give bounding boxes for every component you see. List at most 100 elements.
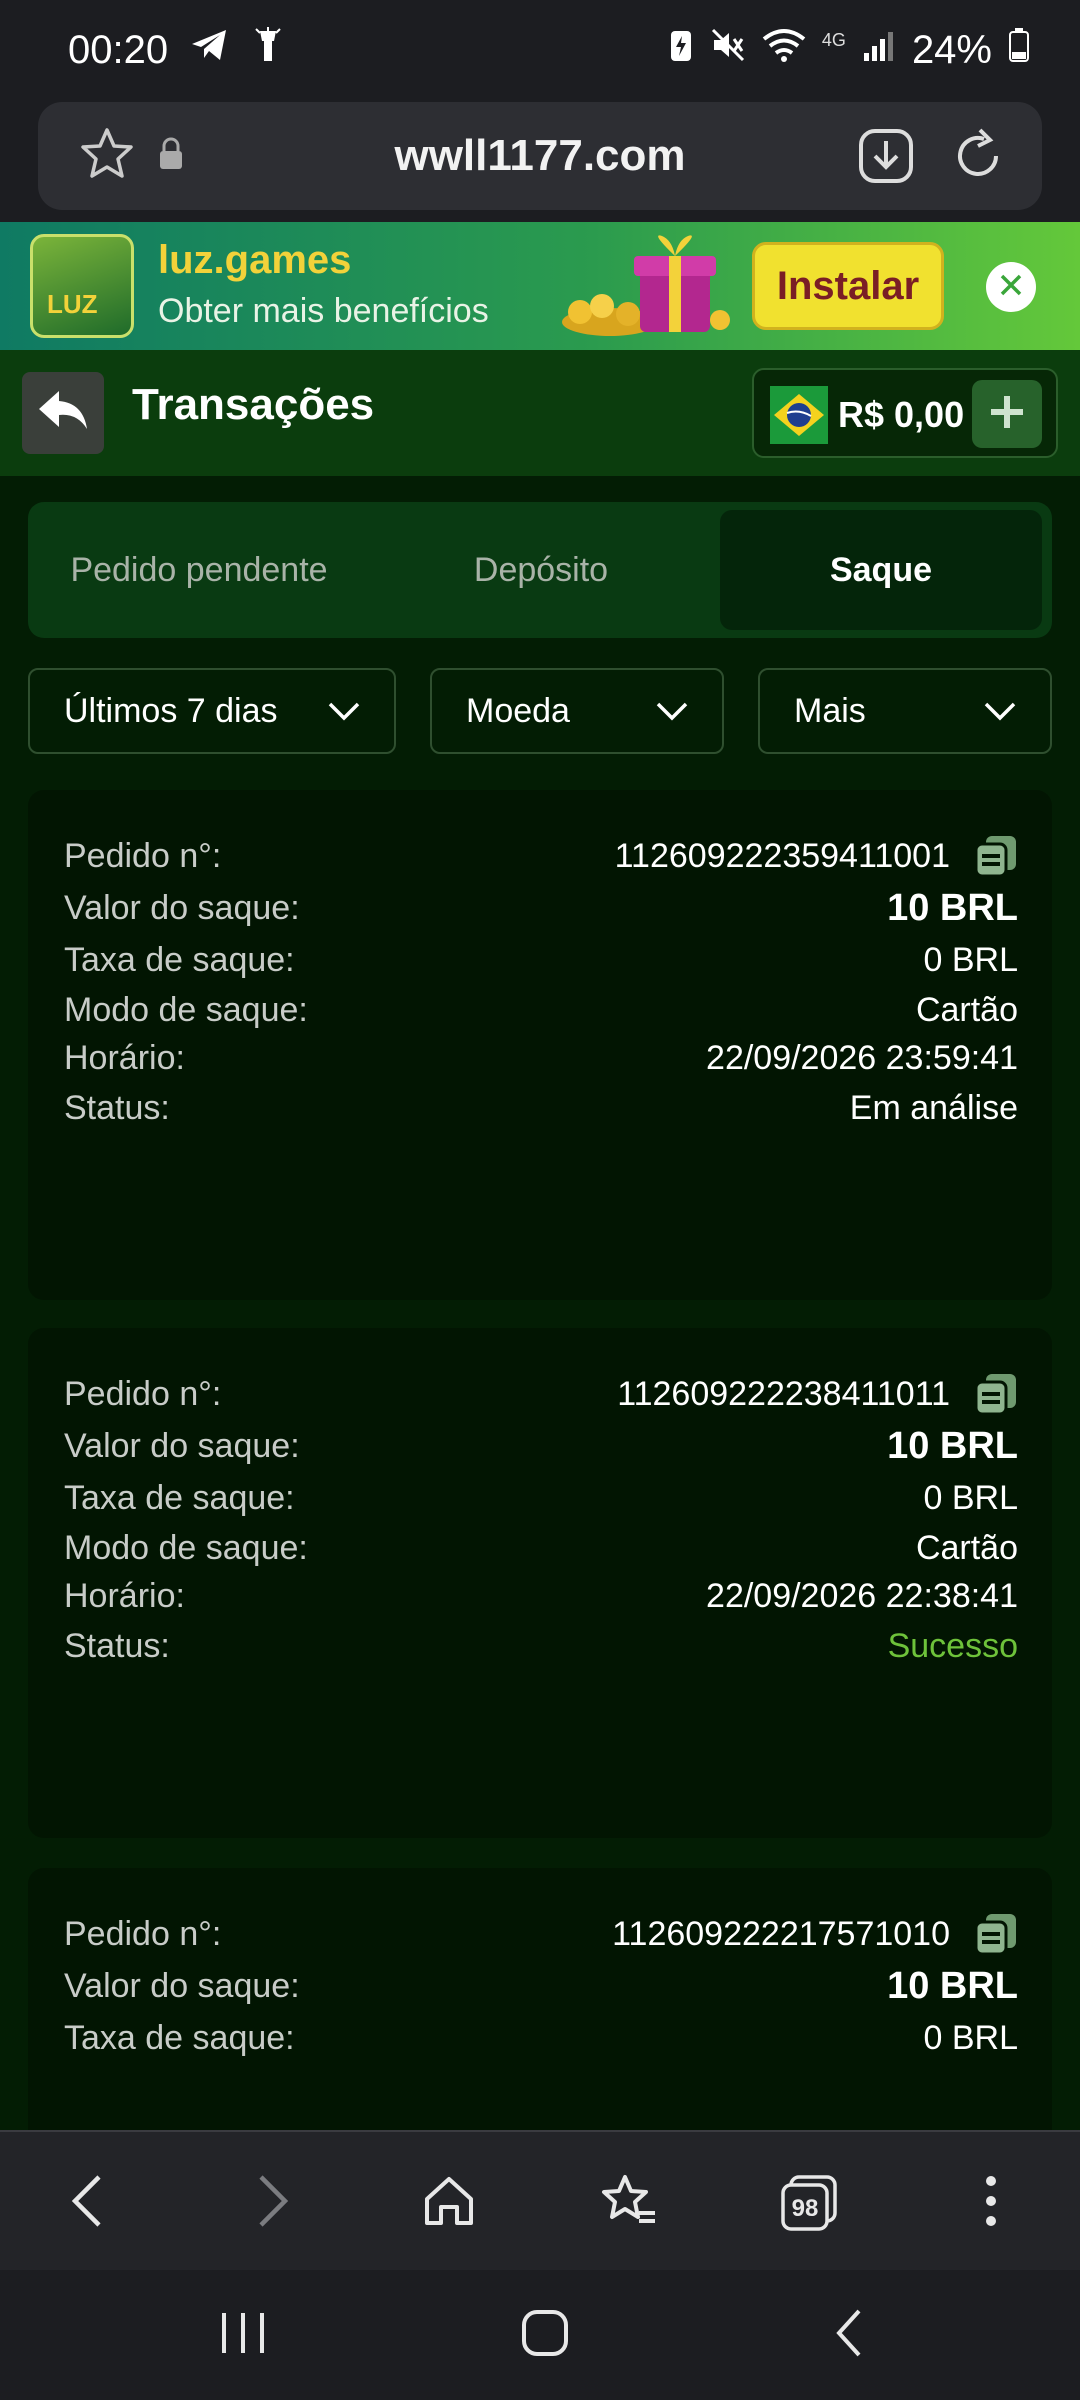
order-number: 112609222217571010: [612, 1914, 950, 1953]
system-back-button[interactable]: [804, 2300, 894, 2370]
amount-row: Valor do saque: 10 BRL: [64, 1956, 1018, 2016]
time-value: 22/09/2026 23:59:41: [706, 1038, 1018, 1077]
status-row: Status: Sucesso: [64, 1616, 1018, 1676]
tab-withdraw[interactable]: Saque: [720, 510, 1042, 630]
order-row: Pedido n°: 112609222217571010: [64, 1904, 1018, 1964]
back-button[interactable]: [22, 372, 104, 454]
amount-label: Valor do saque:: [64, 888, 300, 927]
browser-forward-button[interactable]: [228, 2158, 318, 2248]
balance-amount: R$ 0,00: [838, 394, 965, 435]
banner-subtitle: Obter mais benefícios: [158, 292, 489, 330]
tabs-button[interactable]: 98: [764, 2158, 854, 2248]
flashlight-icon: [252, 27, 284, 73]
amount-label: Valor do saque:: [64, 1966, 300, 2005]
order-label: Pedido n°:: [64, 1914, 222, 1953]
copy-icon[interactable]: [974, 1372, 1018, 1416]
mute-icon: [710, 27, 746, 73]
close-icon: [997, 271, 1025, 304]
battery-saver-icon: [668, 27, 694, 73]
system-home-button[interactable]: [500, 2300, 590, 2370]
install-banner: LUZ luz.games Obter mais benefícios Inst…: [0, 222, 1080, 350]
mode-value: Cartão: [915, 1528, 1018, 1567]
order-row: Pedido n°: 112609222238411011: [64, 1364, 1018, 1424]
back-arrow-icon: [35, 387, 91, 440]
amount-value: 10 BRL: [887, 1424, 1018, 1467]
app-logo-text: LUZ: [47, 289, 98, 319]
period-filter[interactable]: Últimos 7 dias: [28, 668, 396, 754]
battery-icon: [1008, 27, 1030, 73]
fee-value: 0 BRL: [923, 2018, 1019, 2057]
app-logo: LUZ: [30, 234, 134, 338]
chevron-right-icon: [253, 2173, 293, 2234]
fee-label: Taxa de saque:: [64, 940, 295, 979]
tabs-icon: 98: [779, 2173, 839, 2233]
more-filter-label: Mais: [794, 691, 866, 730]
brazil-flag-icon: [770, 386, 828, 444]
menu-button[interactable]: [946, 2158, 1036, 2248]
bookmark-star-icon[interactable]: [78, 125, 136, 188]
more-vertical-icon: [985, 2175, 997, 2232]
bookmarks-star-icon: [599, 2171, 659, 2236]
time-label: Horário:: [64, 1576, 185, 1615]
status-value: Sucesso: [887, 1626, 1018, 1665]
mode-label: Modo de saque:: [64, 1528, 308, 1567]
amount-row: Valor do saque: 10 BRL: [64, 878, 1018, 938]
order-row: Pedido n°: 112609222359411001: [64, 826, 1018, 886]
network-type: 4G: [821, 29, 846, 50]
transactions-content: Pedido pendente Depósito Saque Últimos 7…: [0, 476, 1080, 2130]
order-number: 112609222238411011: [617, 1374, 950, 1413]
order-value: 112609222238411011: [617, 1372, 1018, 1416]
home-icon: [421, 2173, 477, 2234]
bookmarks-button[interactable]: [584, 2158, 674, 2248]
signal-icon: [862, 28, 896, 73]
status-value: Em análise: [849, 1088, 1018, 1127]
reload-icon[interactable]: [948, 126, 1008, 191]
wifi-icon: [762, 27, 806, 73]
download-icon[interactable]: [856, 126, 916, 191]
browser-back-button[interactable]: [42, 2158, 132, 2248]
page-title: Transações: [132, 380, 375, 429]
tab-pending[interactable]: Pedido pendente: [28, 502, 370, 638]
status-label: Status:: [64, 1088, 170, 1127]
page-header: Transações R$ 0,00: [0, 350, 1080, 476]
currency-filter[interactable]: Moeda: [430, 668, 724, 754]
transaction-card: Pedido n°: 112609222238411011 Valor do s…: [28, 1328, 1052, 1838]
telegram-icon: [190, 27, 230, 73]
recent-apps-icon: [220, 2311, 266, 2360]
status-bar: 00:20 4G 24%: [0, 0, 1080, 100]
transaction-card: Pedido n°: 112609222359411001 Valor do s…: [28, 790, 1052, 1300]
amount-value: 10 BRL: [887, 1964, 1018, 2007]
currency-filter-label: Moeda: [466, 691, 570, 730]
chevron-down-icon: [984, 692, 1016, 731]
home-button[interactable]: [404, 2158, 494, 2248]
status-label: Status:: [64, 1626, 170, 1665]
chevron-down-icon: [328, 692, 360, 731]
browser-bottom-nav: 98: [0, 2130, 1080, 2270]
gift-coins-illustration: [550, 230, 740, 342]
system-nav-bar: [0, 2270, 1080, 2400]
close-banner-button[interactable]: [986, 262, 1036, 312]
order-label: Pedido n°:: [64, 1374, 222, 1413]
more-filter[interactable]: Mais: [758, 668, 1052, 754]
copy-icon[interactable]: [974, 834, 1018, 878]
copy-icon[interactable]: [974, 1912, 1018, 1956]
transaction-card: Pedido n°: 112609222217571010 Valor do s…: [28, 1868, 1052, 2130]
recent-apps-button[interactable]: [198, 2300, 288, 2370]
mode-value: Cartão: [915, 990, 1018, 1029]
install-button[interactable]: Instalar: [752, 242, 944, 330]
battery-percent: 24%: [911, 27, 992, 72]
order-label: Pedido n°:: [64, 836, 222, 875]
fee-row: Taxa de saque: 0 BRL: [64, 2008, 1018, 2068]
order-number: 112609222359411001: [614, 836, 950, 875]
amount-value: 10 BRL: [887, 886, 1018, 929]
fee-label: Taxa de saque:: [64, 2018, 295, 2057]
order-value: 112609222217571010: [612, 1912, 1018, 1956]
deposit-plus-button[interactable]: [972, 380, 1042, 448]
lock-icon: [156, 136, 186, 177]
address-bar[interactable]: wwll1177.com: [38, 102, 1042, 210]
amount-row: Valor do saque: 10 BRL: [64, 1416, 1018, 1476]
tab-deposit[interactable]: Depósito: [370, 502, 712, 638]
order-value: 112609222359411001: [615, 834, 1018, 878]
fee-value: 0 BRL: [923, 1478, 1019, 1517]
chevron-down-icon: [656, 692, 688, 731]
